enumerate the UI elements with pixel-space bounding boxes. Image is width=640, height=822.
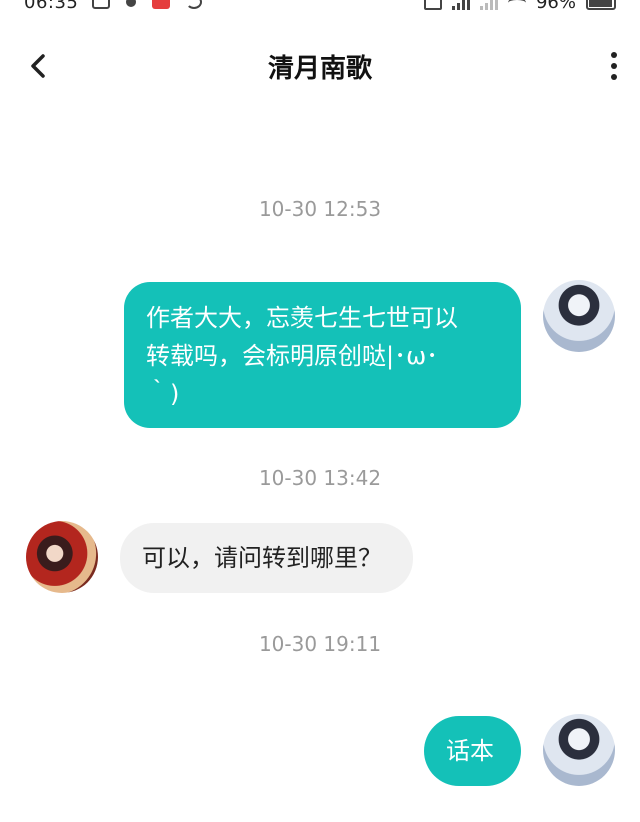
message-line: 话本 [446,737,494,765]
message-bubble-sent[interactable]: 作者大大，忘羡七生七世可以 转载吗，会标明原创哒|･ω･ ｀) [124,282,521,428]
page-title: 清月南歌 [267,54,372,84]
chat-header: 清月南歌 [0,36,640,96]
message-line: 可以，请问转到哪里？ [142,544,382,572]
message-timestamp: 10-30 13:42 [258,466,382,490]
battery-icon [586,0,616,10]
more-options-button[interactable] [602,46,626,86]
wifi-icon [508,0,526,9]
my-avatar[interactable] [543,280,615,352]
sync-icon [186,0,202,9]
status-right: 96% [423,0,616,13]
contact-avatar[interactable] [26,521,98,593]
message-bubble-sent[interactable]: 话本 [424,716,521,786]
message-line: ｀) [146,380,180,408]
app-notification-icon [92,0,110,9]
status-bar: 06:35 96% [0,0,640,14]
battery-level: 96% [535,0,576,13]
hd-icon [423,0,442,10]
notification-icons [92,0,202,10]
weather-icon [126,0,136,7]
app-badge-icon [152,0,170,9]
message-bubble-received[interactable]: 可以，请问转到哪里？ [120,523,413,593]
message-line: 转载吗，会标明原创哒|･ω･ [146,342,439,370]
status-time: 06:35 [24,0,79,13]
message-line: 作者大大，忘羡七生七世可以 [146,304,458,332]
my-avatar[interactable] [543,714,615,786]
signal-icon [451,0,470,10]
more-vertical-icon [611,52,617,58]
signal-secondary-icon [479,0,498,10]
message-timestamp: 10-30 19:11 [258,632,382,656]
message-timestamp: 10-30 12:53 [258,197,382,221]
